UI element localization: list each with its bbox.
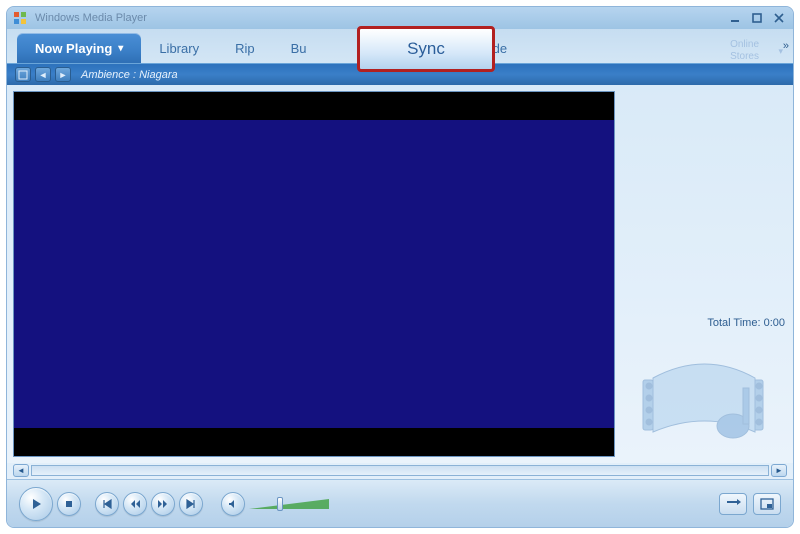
tab-label: Library	[159, 41, 199, 56]
rewind-button[interactable]	[123, 492, 147, 516]
media-placeholder-art	[625, 339, 785, 457]
prev-track-button[interactable]	[95, 492, 119, 516]
minimize-button[interactable]	[727, 12, 743, 24]
main-tabs: Now Playing ▾ Library Rip Bu Sync uide O…	[7, 29, 793, 63]
shuffle-repeat-button[interactable]	[719, 493, 747, 515]
close-button[interactable]	[771, 12, 787, 24]
next-track-button[interactable]	[179, 492, 203, 516]
tab-label: Now Playing	[35, 41, 112, 56]
tab-library[interactable]: Library	[141, 33, 217, 63]
scrollbar-track[interactable]	[31, 465, 769, 476]
volume-thumb[interactable]	[277, 497, 283, 511]
play-button[interactable]	[19, 487, 53, 521]
chevron-down-icon: ▾	[118, 43, 123, 54]
subbar-view-button[interactable]	[15, 67, 31, 82]
video-visualization[interactable]	[13, 91, 615, 457]
maximize-button[interactable]	[749, 12, 765, 24]
tab-rip[interactable]: Rip	[217, 33, 273, 63]
compact-mode-button[interactable]	[753, 493, 781, 515]
wmp-logo-icon	[13, 10, 29, 26]
total-time-display: Total Time: 0:00	[625, 317, 785, 329]
tab-label-line1: Online	[730, 39, 759, 51]
horizontal-scrollbar[interactable]: ◄ ►	[13, 463, 787, 477]
tab-now-playing[interactable]: Now Playing ▾	[17, 33, 141, 63]
tab-label: Rip	[235, 41, 255, 56]
video-canvas	[14, 120, 614, 428]
tab-burn-partial[interactable]: Bu	[273, 33, 325, 63]
visualization-pane	[7, 85, 621, 463]
wmp-window: Windows Media Player Now Playing ▾ Libra…	[6, 6, 794, 528]
total-time-label: Total Time:	[707, 317, 760, 329]
volume-track-icon	[249, 499, 329, 509]
tab-sync-highlighted[interactable]: Sync	[357, 26, 495, 72]
tab-label: Sync	[407, 39, 445, 59]
forward-button[interactable]	[151, 492, 175, 516]
tab-online-stores[interactable]: Online Stores ▾	[716, 39, 773, 63]
stop-button[interactable]	[57, 492, 81, 516]
subbar-next-button[interactable]: ►	[55, 67, 71, 82]
volume-slider[interactable]	[249, 499, 329, 509]
player-controls	[7, 479, 793, 527]
tab-label: Bu	[291, 41, 307, 56]
mute-button[interactable]	[221, 492, 245, 516]
video-letterbox-bottom	[14, 428, 614, 456]
subbar-prev-button[interactable]: ◄	[35, 67, 51, 82]
scroll-left-button[interactable]: ◄	[13, 464, 29, 477]
scroll-right-button[interactable]: ►	[771, 464, 787, 477]
total-time-value: 0:00	[764, 317, 785, 329]
window-title: Windows Media Player	[35, 12, 727, 24]
now-playing-track-label: Ambience : Niagara	[81, 69, 178, 81]
playlist-side-pane: Total Time: 0:00	[621, 85, 793, 463]
tabs-overflow-icon[interactable]: »	[783, 40, 789, 52]
content-area: Total Time: 0:00	[7, 85, 793, 463]
video-letterbox-top	[14, 92, 614, 120]
tab-label-line2: Stores	[730, 51, 759, 63]
